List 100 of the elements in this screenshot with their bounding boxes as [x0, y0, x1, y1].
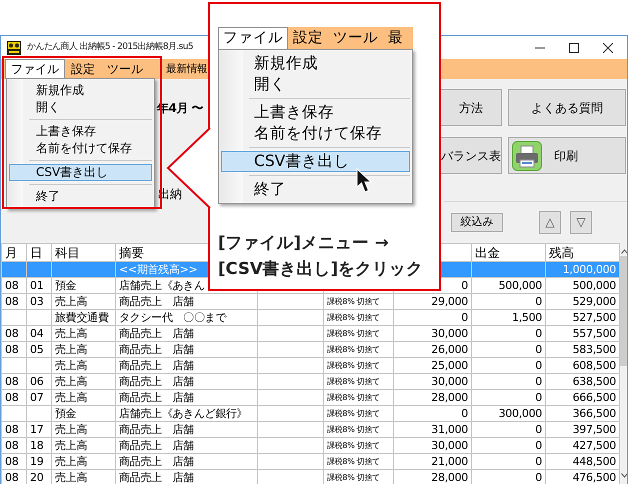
- scroll-down-icon[interactable]: [620, 473, 627, 478]
- menu-item[interactable]: 終了: [221, 179, 410, 200]
- table-cell: 商品売上 店舗: [119, 342, 194, 356]
- menu-item[interactable]: 最: [383, 27, 408, 49]
- table-cell: 売上高: [55, 374, 88, 388]
- table-cell: 商品売上 店舗: [119, 358, 194, 372]
- table-cell: 28,000: [431, 470, 468, 484]
- table-cell: <<期首残高>>: [119, 262, 198, 276]
- table-cell: タクシー代 〇〇まで: [119, 310, 226, 324]
- menu-item[interactable]: CSV書き出し: [221, 151, 410, 172]
- table-cell: 預金: [55, 278, 76, 292]
- table-cell: 商品売上 店舗: [119, 326, 194, 340]
- table-cell: 529,000: [572, 294, 616, 308]
- table-cell: 課税8% 切捨て: [327, 424, 380, 434]
- menu-item[interactable]: 名前を付けて保存: [9, 140, 152, 157]
- menu-item[interactable]: 最新情報: [163, 59, 211, 79]
- table-row[interactable]: 08 20 売上高 商品売上 店舗 課税8% 切捨て 28,000 0 476,500: [2, 470, 620, 484]
- table-cell: 1,000,000: [562, 262, 616, 276]
- app-icon: [7, 40, 21, 54]
- table-cell: 20: [30, 470, 44, 484]
- menu-item[interactable]: 終了: [9, 188, 152, 205]
- menu-item[interactable]: 開く: [9, 99, 152, 116]
- menu-item[interactable]: CSV書き出し: [9, 164, 152, 181]
- table-cell: 30,000: [431, 326, 468, 340]
- table-cell: 28,000: [431, 390, 468, 404]
- menu-item[interactable]: ツール: [328, 27, 383, 49]
- menu-item[interactable]: 設定: [65, 59, 101, 79]
- table-cell: 課税8% 切捨て: [327, 376, 380, 386]
- table-cell: 448,500: [572, 454, 616, 468]
- table-cell: 0: [535, 454, 542, 468]
- menu-item[interactable]: 上書き保存: [9, 123, 152, 140]
- up-button[interactable]: △: [539, 210, 561, 234]
- menu-item[interactable]: 開く: [221, 74, 410, 95]
- table-cell: 583,500: [572, 342, 616, 356]
- menu-item[interactable]: ファイル: [218, 27, 288, 49]
- table-row[interactable]: 08 07 売上高 商品売上 店舗 課税8% 切捨て 28,000 0 666,500: [2, 390, 620, 406]
- table-cell: 557,500: [572, 326, 616, 340]
- table-cell: 売上高: [55, 390, 88, 404]
- table-cell: 04: [30, 326, 44, 340]
- filter-button[interactable]: 絞込み: [451, 212, 503, 232]
- down-button[interactable]: ▽: [570, 210, 592, 234]
- maximize-icon[interactable]: [569, 42, 579, 52]
- table-cell: 売上高: [55, 422, 88, 436]
- table-cell: 08: [5, 294, 18, 308]
- menu-item[interactable]: 新規作成: [221, 53, 410, 74]
- table-row[interactable]: 08 03 売上高 商品売上 店舗 課税8% 切捨て 29,000 0 529,000: [2, 294, 620, 310]
- table-cell: 08: [5, 454, 18, 468]
- toolbar-button[interactable]: よくある質問: [508, 89, 626, 126]
- printer-icon: [512, 140, 542, 170]
- menu-item[interactable]: 設定: [288, 27, 328, 49]
- table-row[interactable]: 08 06 売上高 商品売上 店舗 課税8% 切捨て 30,000 0 638,500: [2, 374, 620, 390]
- table-row[interactable]: 預金 店舗売上《あきんど銀行》 課税8% 切捨て 0 300,000 366,500: [2, 406, 620, 422]
- table-cell: 07: [30, 390, 44, 404]
- table-cell: 店舗売上《あきんど銀行》: [119, 406, 248, 420]
- table-cell: 課税8% 切捨て: [327, 392, 380, 402]
- table-cell: 預金: [55, 406, 76, 420]
- table-cell: 課税8% 切捨て: [327, 312, 380, 322]
- table-cell: 08: [5, 278, 18, 292]
- table-row[interactable]: 08 04 売上高 商品売上 店舗 課税8% 切捨て 30,000 0 557,500: [2, 326, 620, 342]
- table-cell: 05: [30, 342, 44, 356]
- table-cell: 26,000: [431, 342, 468, 356]
- menu-item[interactable]: ツール: [101, 59, 149, 79]
- table-cell: 商品売上 店舗: [119, 470, 194, 484]
- table-cell: 300,000: [498, 406, 542, 420]
- menu-item[interactable]: 上書き保存: [221, 102, 410, 123]
- table-cell: 366,500: [572, 406, 616, 420]
- scroll-up-icon[interactable]: [620, 249, 627, 254]
- table-cell: 08: [5, 342, 18, 356]
- window-title: かんたん商人 出納帳5 - 2015出納帳8月.su5: [27, 40, 193, 54]
- table-cell: 0: [535, 470, 542, 484]
- table-row[interactable]: 旅費交通費 タクシー代 〇〇まで 課税8% 切捨て 0 1,500 527,500: [2, 310, 620, 326]
- table-cell: 608,500: [572, 358, 616, 372]
- table-cell: 31,000: [431, 422, 468, 436]
- menu-item[interactable]: 名前を付けて保存: [221, 123, 410, 144]
- table-cell: 476,500: [572, 470, 616, 484]
- table-cell: 0: [535, 422, 542, 436]
- scrollbar[interactable]: [620, 243, 627, 484]
- toolbar-button[interactable]: 方法: [440, 89, 502, 126]
- table-row[interactable]: 08 05 売上高 商品売上 店舗 課税8% 切捨て 26,000 0 583,500: [2, 342, 620, 358]
- table-cell: 課税8% 切捨て: [327, 456, 380, 466]
- close-icon[interactable]: [603, 42, 613, 52]
- table-cell: 19: [30, 454, 44, 468]
- table-row[interactable]: 08 18 売上高 商品売上 店舗 課税8% 切捨て 30,000 0 427,500: [2, 438, 620, 454]
- table-row[interactable]: 売上高 商品売上 店舗 課税8% 切捨て 25,000 0 608,500: [2, 358, 620, 374]
- menu-item[interactable]: ファイル: [5, 59, 65, 79]
- table-row[interactable]: 08 19 売上高 商品売上 店舗 課税8% 切捨て 21,000 0 448,500: [2, 454, 620, 470]
- print-button[interactable]: 印刷: [508, 137, 626, 174]
- toolbar-button[interactable]: バランス表: [440, 137, 502, 174]
- table-cell: 30,000: [431, 374, 468, 388]
- table-cell: 500,000: [572, 278, 616, 292]
- table-cell: 売上高: [55, 454, 88, 468]
- table-cell: 638,500: [572, 374, 616, 388]
- table-row[interactable]: 08 17 売上高 商品売上 店舗 課税8% 切捨て 31,000 0 397,500: [2, 422, 620, 438]
- menu-item[interactable]: 新規作成: [9, 82, 152, 99]
- table-cell: 06: [30, 374, 44, 388]
- mouse-cursor-icon: [356, 168, 374, 194]
- table-cell: 0: [461, 278, 468, 292]
- table-cell: 0: [535, 438, 542, 452]
- table-cell: 売上高: [55, 438, 88, 452]
- column-header[interactable]: 摘要: [119, 244, 144, 260]
